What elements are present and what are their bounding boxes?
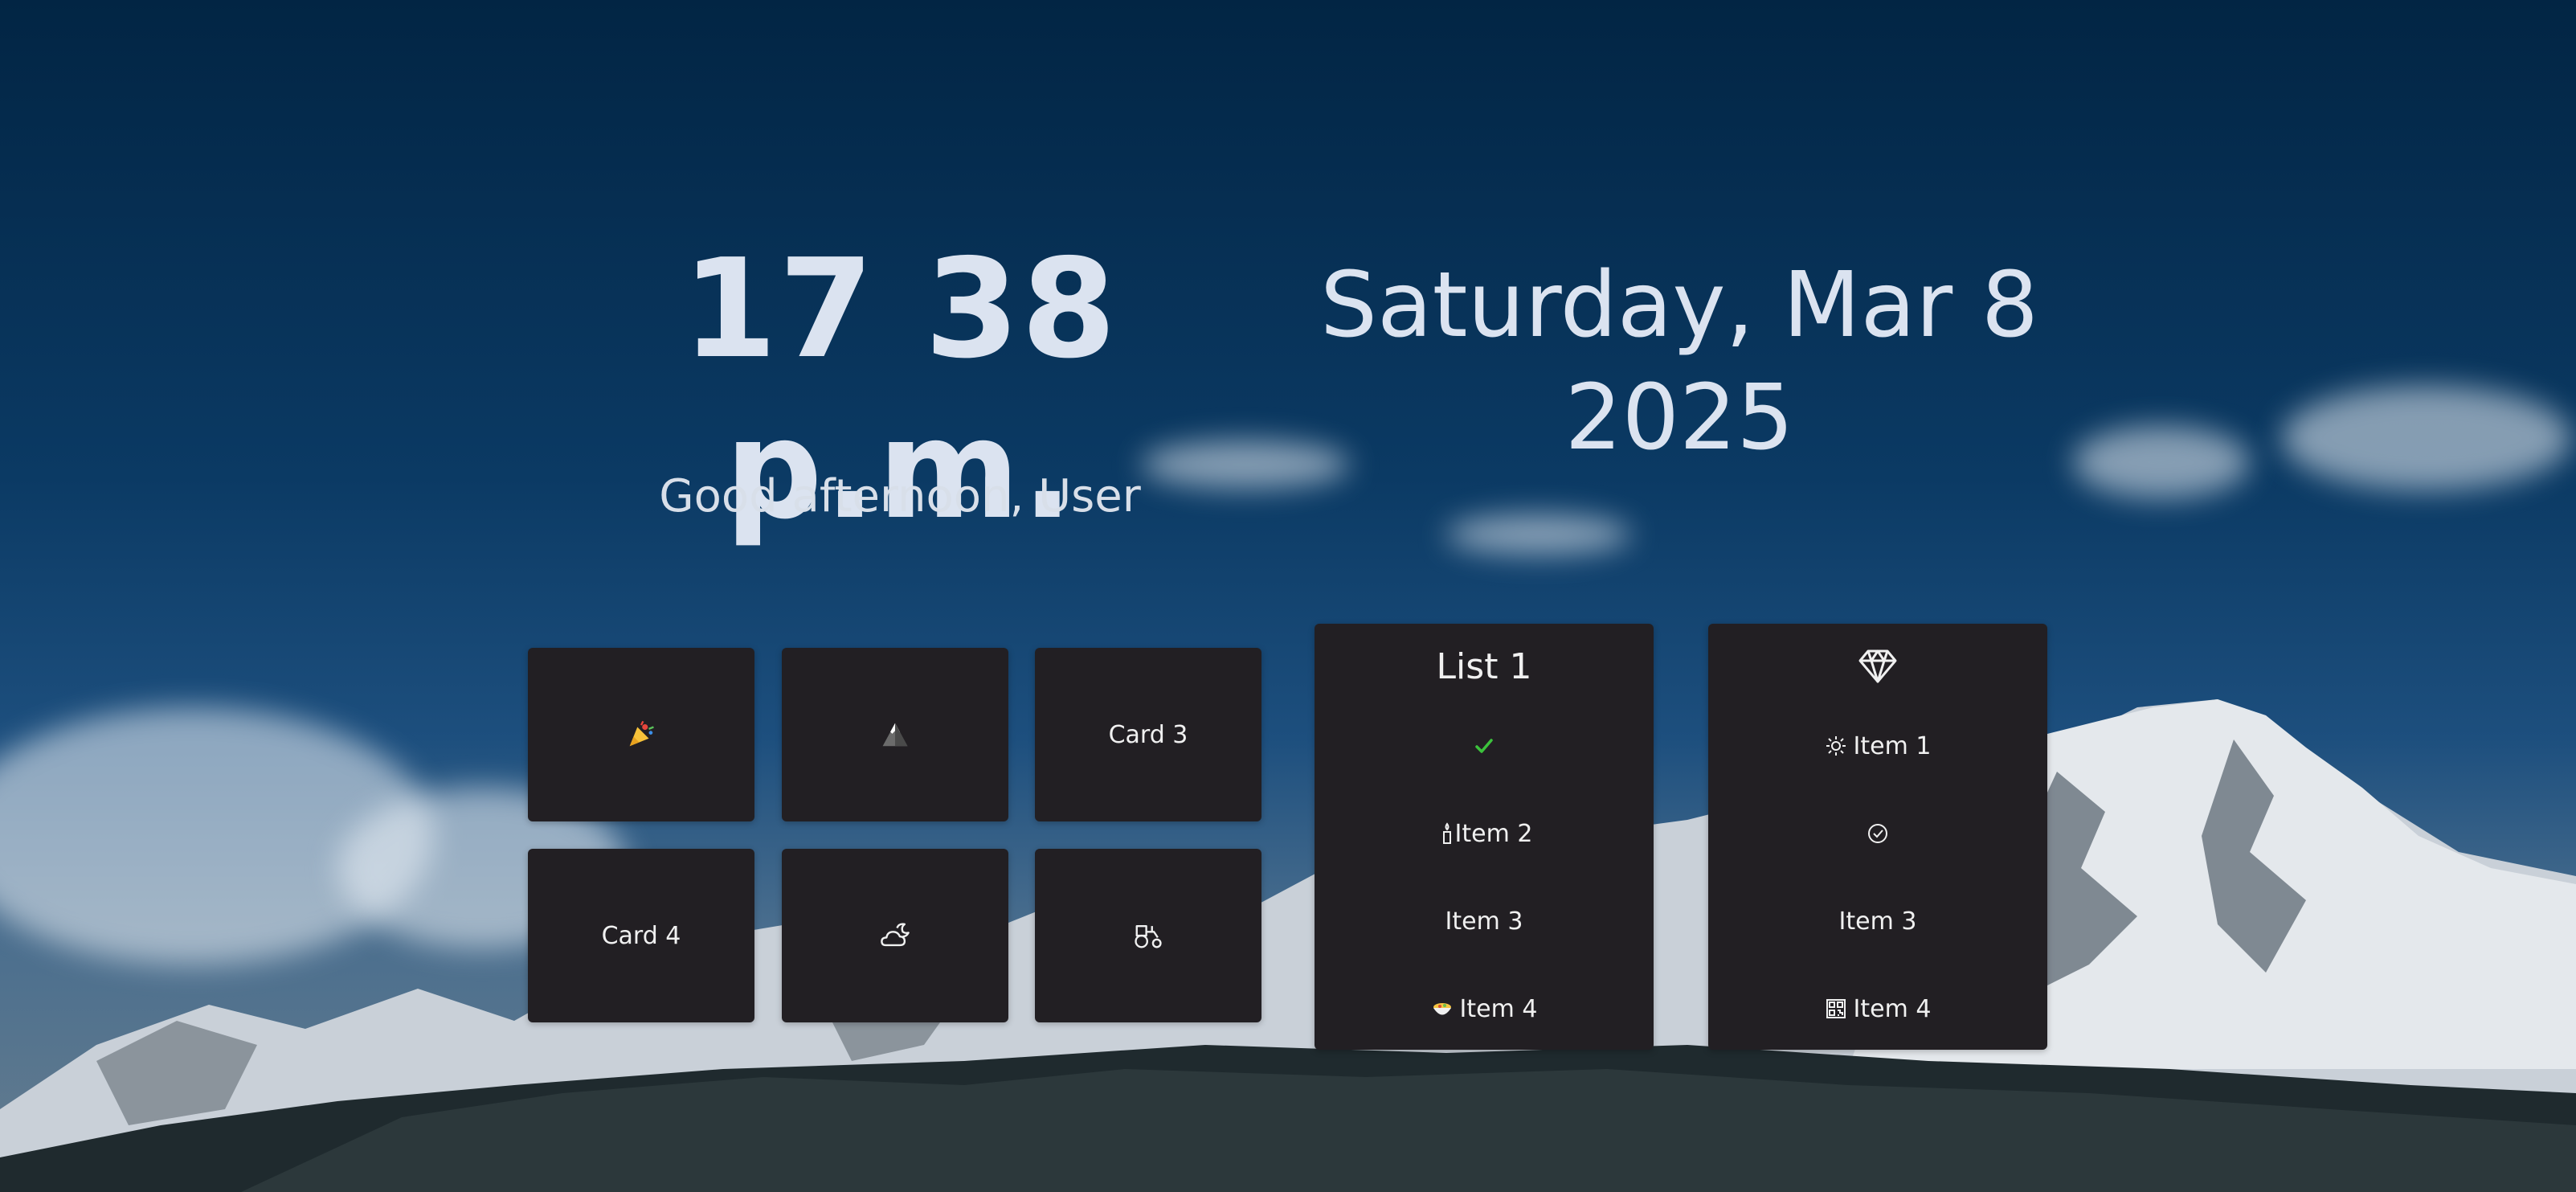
checkmark-icon (1473, 735, 1495, 757)
list-item[interactable]: Item 3 (1315, 897, 1654, 945)
tractor-icon (1135, 924, 1162, 948)
card-label: Card 4 (601, 921, 681, 950)
list-2: Item 1 Item 3 Item 4 (1708, 624, 2047, 1050)
check-circle-icon (1867, 822, 1889, 845)
list-title: List 1 (1436, 646, 1532, 687)
list-item[interactable]: Item 4 (1708, 985, 2047, 1033)
background-mountains (0, 699, 2576, 1192)
card-1[interactable] (528, 648, 754, 821)
list-item[interactable]: Item 3 (1708, 897, 2047, 945)
card-3[interactable]: Card 3 (1035, 648, 1261, 821)
list-item-label: Item 4 (1853, 994, 1932, 1023)
card-4[interactable]: Card 4 (528, 849, 754, 1022)
card-label: Card 3 (1108, 720, 1188, 749)
list-item[interactable]: Item 2 (1315, 809, 1654, 858)
card-6[interactable] (1035, 849, 1261, 1022)
list-item[interactable] (1315, 722, 1654, 770)
list-item[interactable]: Item 1 (1708, 722, 2047, 770)
list-item-label: Item 3 (1838, 907, 1917, 936)
mountain-icon (882, 723, 908, 747)
diamond-icon (1858, 649, 1897, 683)
list-item-label: Item 4 (1459, 994, 1538, 1023)
party-popper-icon (629, 720, 654, 747)
clock-date: Saturday, Mar 8 2025 (1286, 249, 2073, 474)
date-year: 2025 (1564, 366, 1794, 470)
qr-code-icon (1825, 997, 1847, 1020)
list-item[interactable]: Item 4 (1315, 985, 1654, 1033)
card-2[interactable] (782, 648, 1008, 821)
desktop-dashboard: 17 38 p.m. Saturday, Mar 8 2025 Good aft… (0, 0, 2576, 1192)
food-bowl-icon (1431, 997, 1454, 1020)
greeting-text: Good afternoon, User (659, 470, 1141, 522)
date-weekday-month: Saturday, Mar 8 (1319, 253, 2039, 358)
cloud-moon-icon (881, 923, 910, 947)
candle-icon (1436, 822, 1451, 845)
list-1: List 1 Item 2 Item 3 Item 4 (1315, 624, 1654, 1050)
list-item-label: Item 3 (1445, 907, 1523, 936)
list-item-label: Item 2 (1454, 819, 1533, 848)
card-5[interactable] (782, 849, 1008, 1022)
list-item[interactable] (1708, 809, 2047, 858)
sun-icon (1825, 735, 1847, 757)
list-item-label: Item 1 (1853, 731, 1932, 760)
